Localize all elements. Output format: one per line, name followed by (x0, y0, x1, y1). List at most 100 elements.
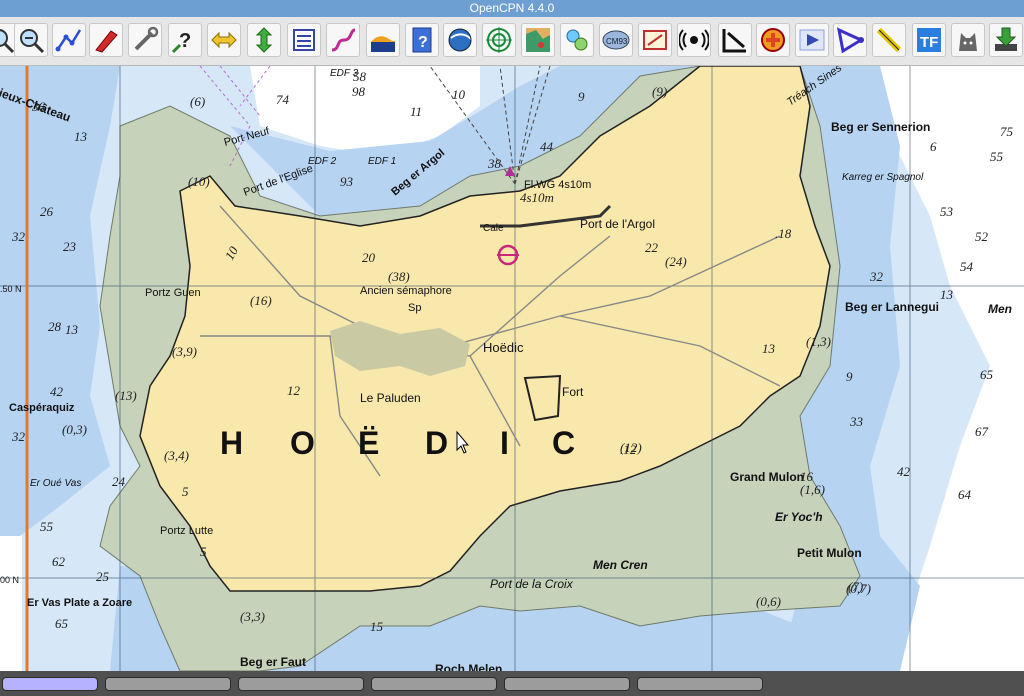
deep-water-sw (0, 526, 22, 671)
tide-button[interactable] (366, 23, 400, 57)
sounding: 67 (975, 424, 989, 439)
download-button[interactable] (989, 23, 1023, 57)
place-name: Le Paluden (360, 391, 421, 405)
grib-button[interactable] (560, 23, 594, 57)
pan-horizontal-button[interactable] (207, 23, 241, 57)
sounding: 4s10m (520, 190, 554, 205)
status-pane-6[interactable] (637, 677, 763, 691)
status-pane-2[interactable] (105, 677, 231, 691)
status-pane-3[interactable] (238, 677, 364, 691)
sounding: .18 (775, 226, 792, 241)
tf-button[interactable]: TF (912, 23, 946, 57)
logbook-button[interactable] (638, 23, 672, 57)
sounding: 13 (940, 287, 954, 302)
title-bar: OpenCPN 4.4.0 (0, 0, 1024, 17)
sounding: 23 (63, 239, 77, 254)
husky-button[interactable] (951, 23, 985, 57)
sounding: 52 (975, 229, 989, 244)
play-button[interactable] (795, 23, 829, 57)
status-pane-5[interactable] (504, 677, 630, 691)
nautical-chart[interactable]: H O Ë D I C Beg er Sennerion Karreg er S… (0, 66, 1024, 671)
settings-button[interactable] (128, 23, 162, 57)
island-letter: H (220, 425, 243, 461)
place-name: Caspéraquiz (9, 402, 75, 414)
sounding: (1,3) (806, 334, 831, 349)
place-name: Portz Lutte (160, 525, 213, 537)
radar-icon (486, 27, 512, 53)
zoom-out-button[interactable] (14, 23, 48, 57)
place-name: Er Yoc'h (775, 510, 823, 524)
sounding: 42 (897, 464, 911, 479)
zoom-out-icon (20, 29, 45, 54)
mark-label: EDF 1 (368, 156, 396, 167)
sounding: 93 (340, 174, 354, 189)
place-name: Roch Melen (435, 662, 502, 671)
place-name: Grand Mulon (730, 470, 804, 484)
pan-horizontal-icon (211, 31, 237, 49)
help-button[interactable]: ? (405, 23, 439, 57)
query-button[interactable]: ? (168, 23, 202, 57)
place-name: Men Cren (593, 558, 648, 572)
svg-text:?: ? (418, 34, 428, 51)
island-letter: C (552, 425, 575, 461)
play-icon (799, 29, 825, 51)
logbook-icon (643, 30, 667, 50)
man-overboard-button[interactable] (756, 23, 790, 57)
status-pane-4[interactable] (371, 677, 497, 691)
polar-button[interactable] (833, 23, 867, 57)
status-pane-1[interactable] (2, 677, 98, 691)
sounding: 10 (452, 87, 466, 102)
sounding: 38 (487, 156, 502, 171)
island-letter: O (290, 425, 315, 461)
dashboard-button[interactable] (718, 23, 752, 57)
chart-overlay-button[interactable] (521, 23, 555, 57)
sounding: 5 (182, 484, 189, 499)
sounding: (3,9) (172, 344, 197, 359)
sounding: 24 (112, 474, 126, 489)
sounding: 58 (353, 69, 367, 84)
sounding: 64 (958, 487, 972, 502)
dashboard-icon (722, 29, 746, 53)
island-letter: D (425, 425, 448, 461)
place-name: Karreg er Spagnol (842, 172, 924, 183)
svg-text:TF: TF (920, 34, 938, 51)
ais-button[interactable] (677, 23, 711, 57)
track-button[interactable] (326, 23, 360, 57)
chart-canvas[interactable]: H O Ë D I C Beg er Sennerion Karreg er S… (0, 66, 1024, 671)
sounding: (16) (250, 293, 272, 308)
cm93-button[interactable]: CM93 (599, 23, 633, 57)
sounding: (3,4) (164, 448, 189, 463)
sounding: (38) (388, 269, 410, 284)
place-name: Portz Guen (145, 287, 201, 299)
place-name: Beg er Lannegui (845, 300, 939, 314)
island-letter: Ë (358, 425, 379, 461)
mark-label: EDF 2 (308, 156, 337, 167)
sounding: 15 (370, 619, 384, 634)
contour-label: 20 (362, 250, 376, 265)
route-manager-button[interactable] (287, 23, 321, 57)
latitude-label: .50 N (0, 284, 22, 294)
google-earth-button[interactable] (443, 23, 477, 57)
measure-icon (876, 27, 902, 53)
sounding: 62 (52, 554, 66, 569)
contour-label: 12 (287, 383, 301, 398)
tf-icon: TF (917, 28, 941, 52)
place-name: Men (988, 302, 1012, 316)
svg-text:?: ? (179, 30, 191, 52)
sounding: (1,6) (800, 482, 825, 497)
sounding: (9) (652, 84, 667, 99)
pan-vertical-button[interactable] (247, 23, 281, 57)
route-button[interactable] (52, 23, 86, 57)
help-icon: ? (412, 27, 432, 53)
sounding: 6 (930, 139, 937, 154)
sounding: 75 (1000, 124, 1014, 139)
boat-button[interactable] (89, 23, 123, 57)
radar-button[interactable] (482, 23, 516, 57)
place-name: Beg er Sennerion (831, 120, 930, 134)
chart-overlay-icon (526, 28, 550, 52)
measure-button[interactable] (872, 23, 906, 57)
place-name: Sp (408, 302, 421, 314)
grib-icon (566, 29, 588, 51)
sounding: 55 (990, 149, 1004, 164)
tide-icon (371, 36, 395, 52)
